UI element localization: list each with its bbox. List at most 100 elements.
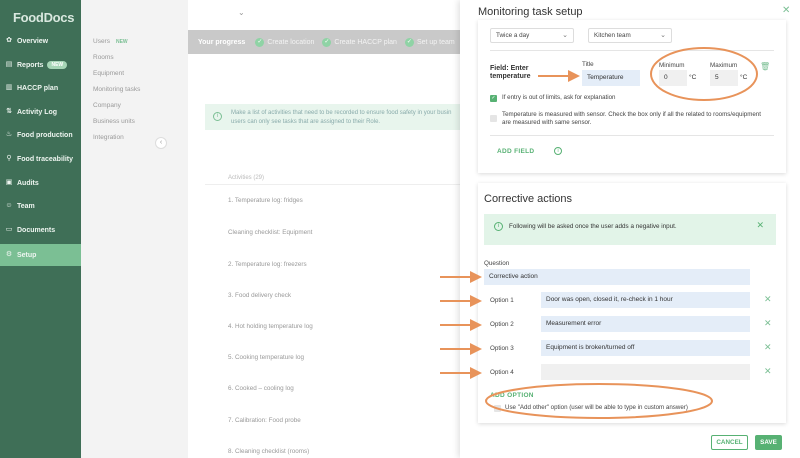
field-label-line: Field: Enter: [490, 65, 529, 72]
cancel-button[interactable]: CANCEL: [711, 435, 748, 450]
sidebar-item-team[interactable]: ☺ Team: [0, 196, 81, 216]
food-production-icon: ♨: [5, 131, 13, 138]
monitoring-task-setup-panel: Monitoring task setup ✕ Twice a day ⌄ Kit…: [460, 0, 800, 458]
field-label-line: temperature: [490, 73, 531, 80]
submenu-item-company[interactable]: Company: [93, 102, 121, 109]
option-input[interactable]: Measurement error: [541, 316, 750, 332]
sidebar-item-overview[interactable]: ✿ Overview: [0, 31, 81, 51]
activity-item[interactable]: 3. Food delivery check: [228, 292, 291, 299]
sidebar-item-haccp-plan[interactable]: ▥ HACCP plan: [0, 78, 81, 98]
remove-option-icon[interactable]: ✕: [764, 366, 772, 377]
chevron-down-icon: ⌄: [562, 32, 568, 39]
activity-item[interactable]: 7. Calibration: Food probe: [228, 417, 301, 424]
activity-item[interactable]: 1. Temperature log: fridges: [228, 197, 303, 204]
use-other-checkbox[interactable]: [494, 405, 501, 412]
progress-step-label: Create location: [267, 38, 315, 46]
minimum-label: Minimum: [659, 62, 685, 69]
sidebar-item-food-production[interactable]: ♨ Food production: [0, 125, 81, 145]
info-icon: i: [213, 112, 222, 121]
maximum-input[interactable]: 5: [710, 70, 738, 86]
check-icon: ✓: [322, 37, 332, 47]
close-icon[interactable]: ✕: [756, 220, 764, 231]
overview-icon: ✿: [6, 37, 12, 44]
question-input[interactable]: Corrective action: [484, 269, 750, 285]
chevron-down-icon: ⌄: [660, 32, 666, 39]
close-icon[interactable]: ✕: [782, 5, 790, 16]
collapse-chevron-left-icon[interactable]: ‹: [155, 137, 167, 149]
team-select[interactable]: Kitchen team ⌄: [588, 28, 672, 43]
frequency-select[interactable]: Twice a day ⌄: [490, 28, 574, 43]
sidebar-item-setup[interactable]: ⚙ Setup: [0, 244, 81, 266]
explanation-checkbox[interactable]: ✓: [490, 95, 497, 102]
info-icon[interactable]: i: [554, 147, 562, 155]
option-input[interactable]: [541, 364, 750, 380]
maximum-unit: °C: [740, 74, 748, 81]
explanation-checkbox-label: If entry is out of limits, ask for expla…: [502, 94, 616, 101]
activity-item[interactable]: 6. Cooked – cooling log: [228, 385, 294, 392]
sidebar-item-audits[interactable]: ▣ Audits: [0, 173, 81, 193]
sidebar-item-documents[interactable]: ▭ Documents: [0, 220, 81, 240]
question-label: Question: [484, 260, 510, 267]
sidebar-item-label: Documents: [17, 226, 56, 234]
sidebar-item-label: Reports: [17, 61, 44, 69]
maximum-label: Maximum: [710, 62, 738, 69]
remove-option-icon[interactable]: ✕: [764, 318, 772, 329]
minimum-input[interactable]: 0: [659, 70, 687, 86]
divider: [490, 50, 774, 51]
team-value: Kitchen team: [594, 32, 631, 39]
remove-option-icon[interactable]: ✕: [764, 342, 772, 353]
sidebar-item-label: HACCP plan: [17, 84, 59, 92]
remove-option-icon[interactable]: ✕: [764, 294, 772, 305]
sidebar-item-label: Activity Log: [17, 108, 58, 116]
sidebar-item-activity-log[interactable]: ⇅ Activity Log: [0, 102, 81, 122]
submenu-item-users[interactable]: Users NEW: [93, 38, 128, 45]
progress-step-label: Set up team: [416, 38, 455, 46]
gear-icon: ⚙: [5, 251, 13, 258]
activity-item[interactable]: 5. Cooking temperature log: [228, 354, 304, 361]
progress-bar: Your progress ✓ Create location ✓ Create H…: [188, 30, 468, 54]
option-input[interactable]: Equipment is broken/turned off: [541, 340, 750, 356]
corrective-actions-card: Corrective actions i Following will be a…: [478, 183, 786, 423]
submenu-item-monitoring-tasks[interactable]: Monitoring tasks: [93, 86, 140, 93]
sidebar-item-label: Team: [17, 202, 35, 210]
activity-item[interactable]: 2. Temperature log: freezers: [228, 261, 307, 268]
new-badge: NEW: [47, 61, 68, 69]
haccp-icon: ▥: [5, 84, 13, 91]
sidebar-item-label: Food production: [17, 131, 73, 139]
title-input[interactable]: Temperature: [582, 70, 640, 86]
option-label: Option 1: [490, 297, 514, 304]
activity-item[interactable]: Cleaning checklist: Equipment: [228, 229, 312, 236]
sensor-checkbox[interactable]: [490, 115, 497, 122]
info-banner: i Make a list of activities that need to…: [205, 104, 468, 130]
submenu-item-business-units[interactable]: Business units: [93, 118, 135, 125]
divider: [490, 135, 774, 136]
chevron-down-icon[interactable]: ⌄: [238, 8, 245, 17]
add-field-button[interactable]: ADD FIELD: [497, 148, 534, 155]
progress-step: ✓ Create location: [255, 37, 315, 47]
option-input[interactable]: Door was open, closed it, re-check in 1 …: [541, 292, 750, 308]
sidebar: FoodDocs ✿ Overview ▤ Reports NEW ▥ HACC…: [0, 0, 81, 458]
progress-step: ✓ Create HACCP plan: [322, 37, 397, 47]
sidebar-item-label: Audits: [17, 179, 39, 187]
sidebar-item-label: Overview: [17, 37, 49, 45]
submenu-item-integration[interactable]: Integration: [93, 134, 124, 141]
sidebar-item-reports[interactable]: ▤ Reports NEW: [0, 55, 81, 75]
documents-icon: ▭: [5, 226, 13, 233]
option-label: Option 4: [490, 369, 514, 376]
sensor-checkbox-label: Temperature is measured with sensor. Che…: [502, 111, 782, 127]
trash-icon[interactable]: 🗑: [760, 62, 770, 71]
sidebar-item-food-traceability[interactable]: ⚲ Food traceability: [0, 149, 81, 169]
submenu-item-rooms[interactable]: Rooms: [93, 54, 114, 61]
traceability-icon: ⚲: [6, 155, 12, 162]
submenu-item-equipment[interactable]: Equipment: [93, 70, 124, 77]
team-icon: ☺: [5, 202, 13, 209]
sensor-checkbox-line: Temperature is measured with sensor. Che…: [502, 111, 761, 118]
option-label: Option 2: [490, 321, 514, 328]
panel-title: Monitoring task setup: [478, 6, 583, 18]
save-button[interactable]: SAVE: [755, 435, 782, 450]
add-option-button[interactable]: ADD OPTION: [490, 392, 534, 399]
activity-log-icon: ⇅: [6, 108, 12, 115]
activity-item[interactable]: 4. Hot holding temperature log: [228, 323, 313, 330]
sidebar-item-label: Food traceability: [17, 155, 74, 163]
activity-item[interactable]: 8. Cleaning checklist (rooms): [228, 448, 309, 455]
